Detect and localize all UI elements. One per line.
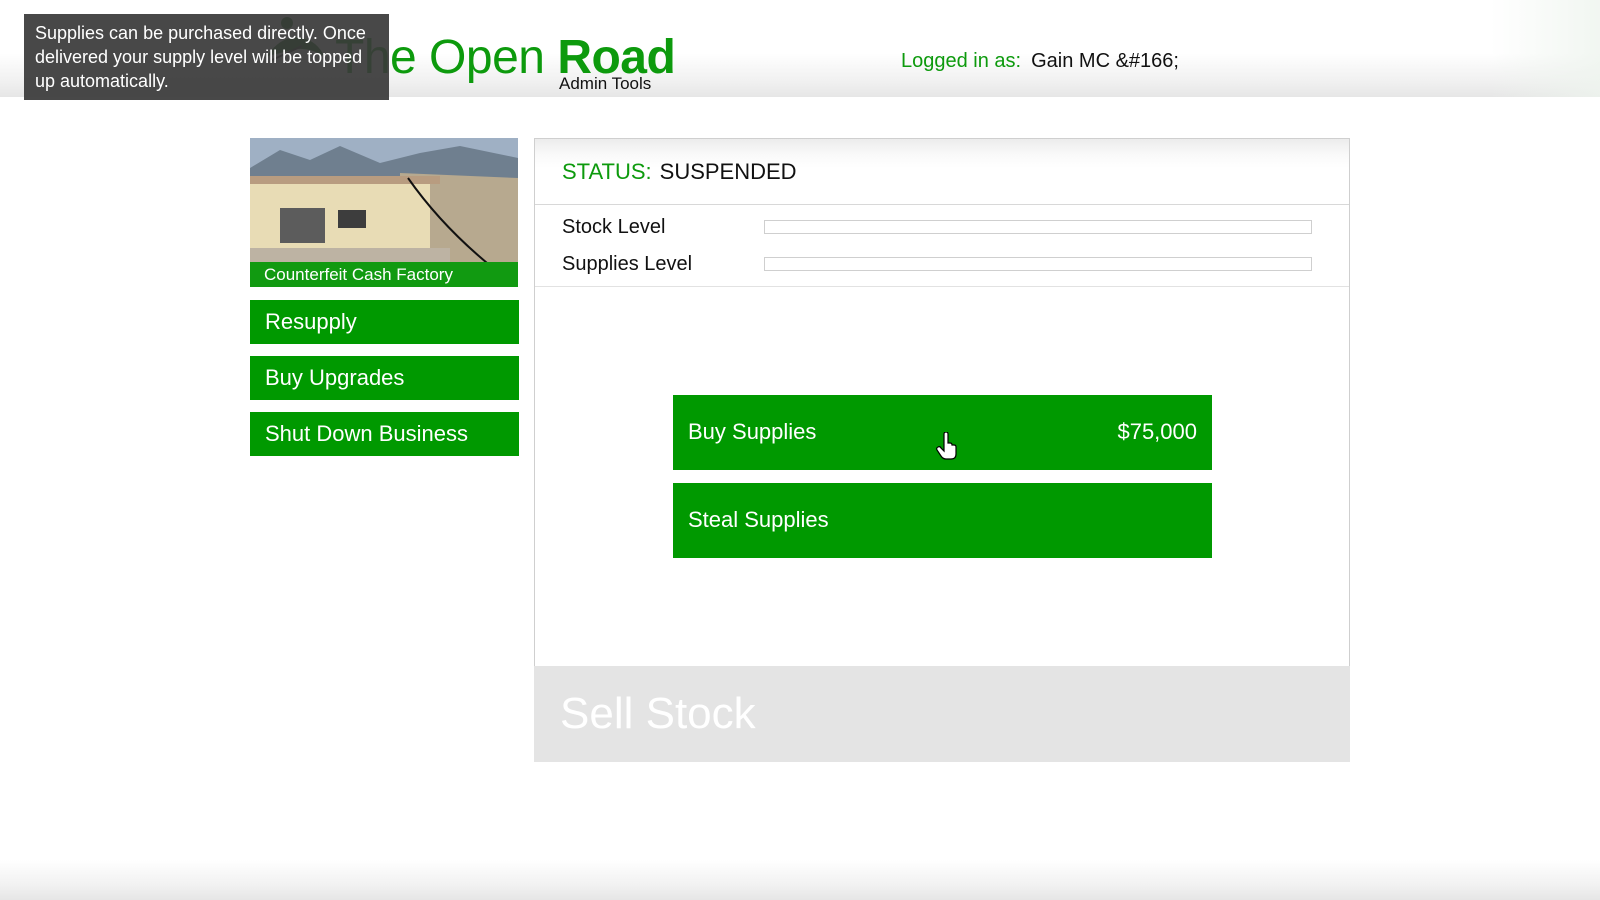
supplies-level-bar (764, 257, 1312, 271)
business-status: STATUS: SUSPENDED (562, 159, 797, 185)
buy-supplies-label: Buy Supplies (688, 419, 817, 444)
supplies-level-label: Supplies Level (562, 253, 693, 275)
business-name: Counterfeit Cash Factory (250, 262, 518, 287)
status-value: SUSPENDED (659, 159, 797, 184)
header-fade (1490, 0, 1600, 97)
status-label: STATUS: (562, 159, 652, 184)
page-footer (0, 860, 1600, 900)
sell-stock-button[interactable]: Sell Stock (534, 666, 1350, 762)
steal-supplies-label: Steal Supplies (688, 507, 829, 532)
login-info: Logged in as: Gain MC &#166; (901, 50, 1179, 73)
shut-down-business-button[interactable]: Shut Down Business (250, 412, 519, 456)
hand-cursor-icon (936, 432, 957, 460)
levels-section: Stock Level Supplies Level (535, 205, 1349, 287)
buy-upgrades-button[interactable]: Buy Upgrades (250, 356, 519, 400)
supplies-tooltip: Supplies can be purchased directly. Once… (24, 14, 389, 100)
stock-level-label: Stock Level (562, 216, 666, 238)
steal-supplies-button[interactable]: Steal Supplies (673, 483, 1212, 558)
login-label: Logged in as: (901, 50, 1022, 72)
business-card: Counterfeit Cash Factory (250, 138, 518, 287)
resupply-button[interactable]: Resupply (250, 300, 519, 344)
logo-subtitle: Admin Tools (559, 74, 652, 93)
stock-level-bar (764, 220, 1312, 234)
status-bar: STATUS: SUSPENDED (535, 139, 1349, 205)
login-username: Gain MC &#166; (1031, 50, 1179, 72)
buy-supplies-price: $75,000 (1117, 419, 1197, 444)
